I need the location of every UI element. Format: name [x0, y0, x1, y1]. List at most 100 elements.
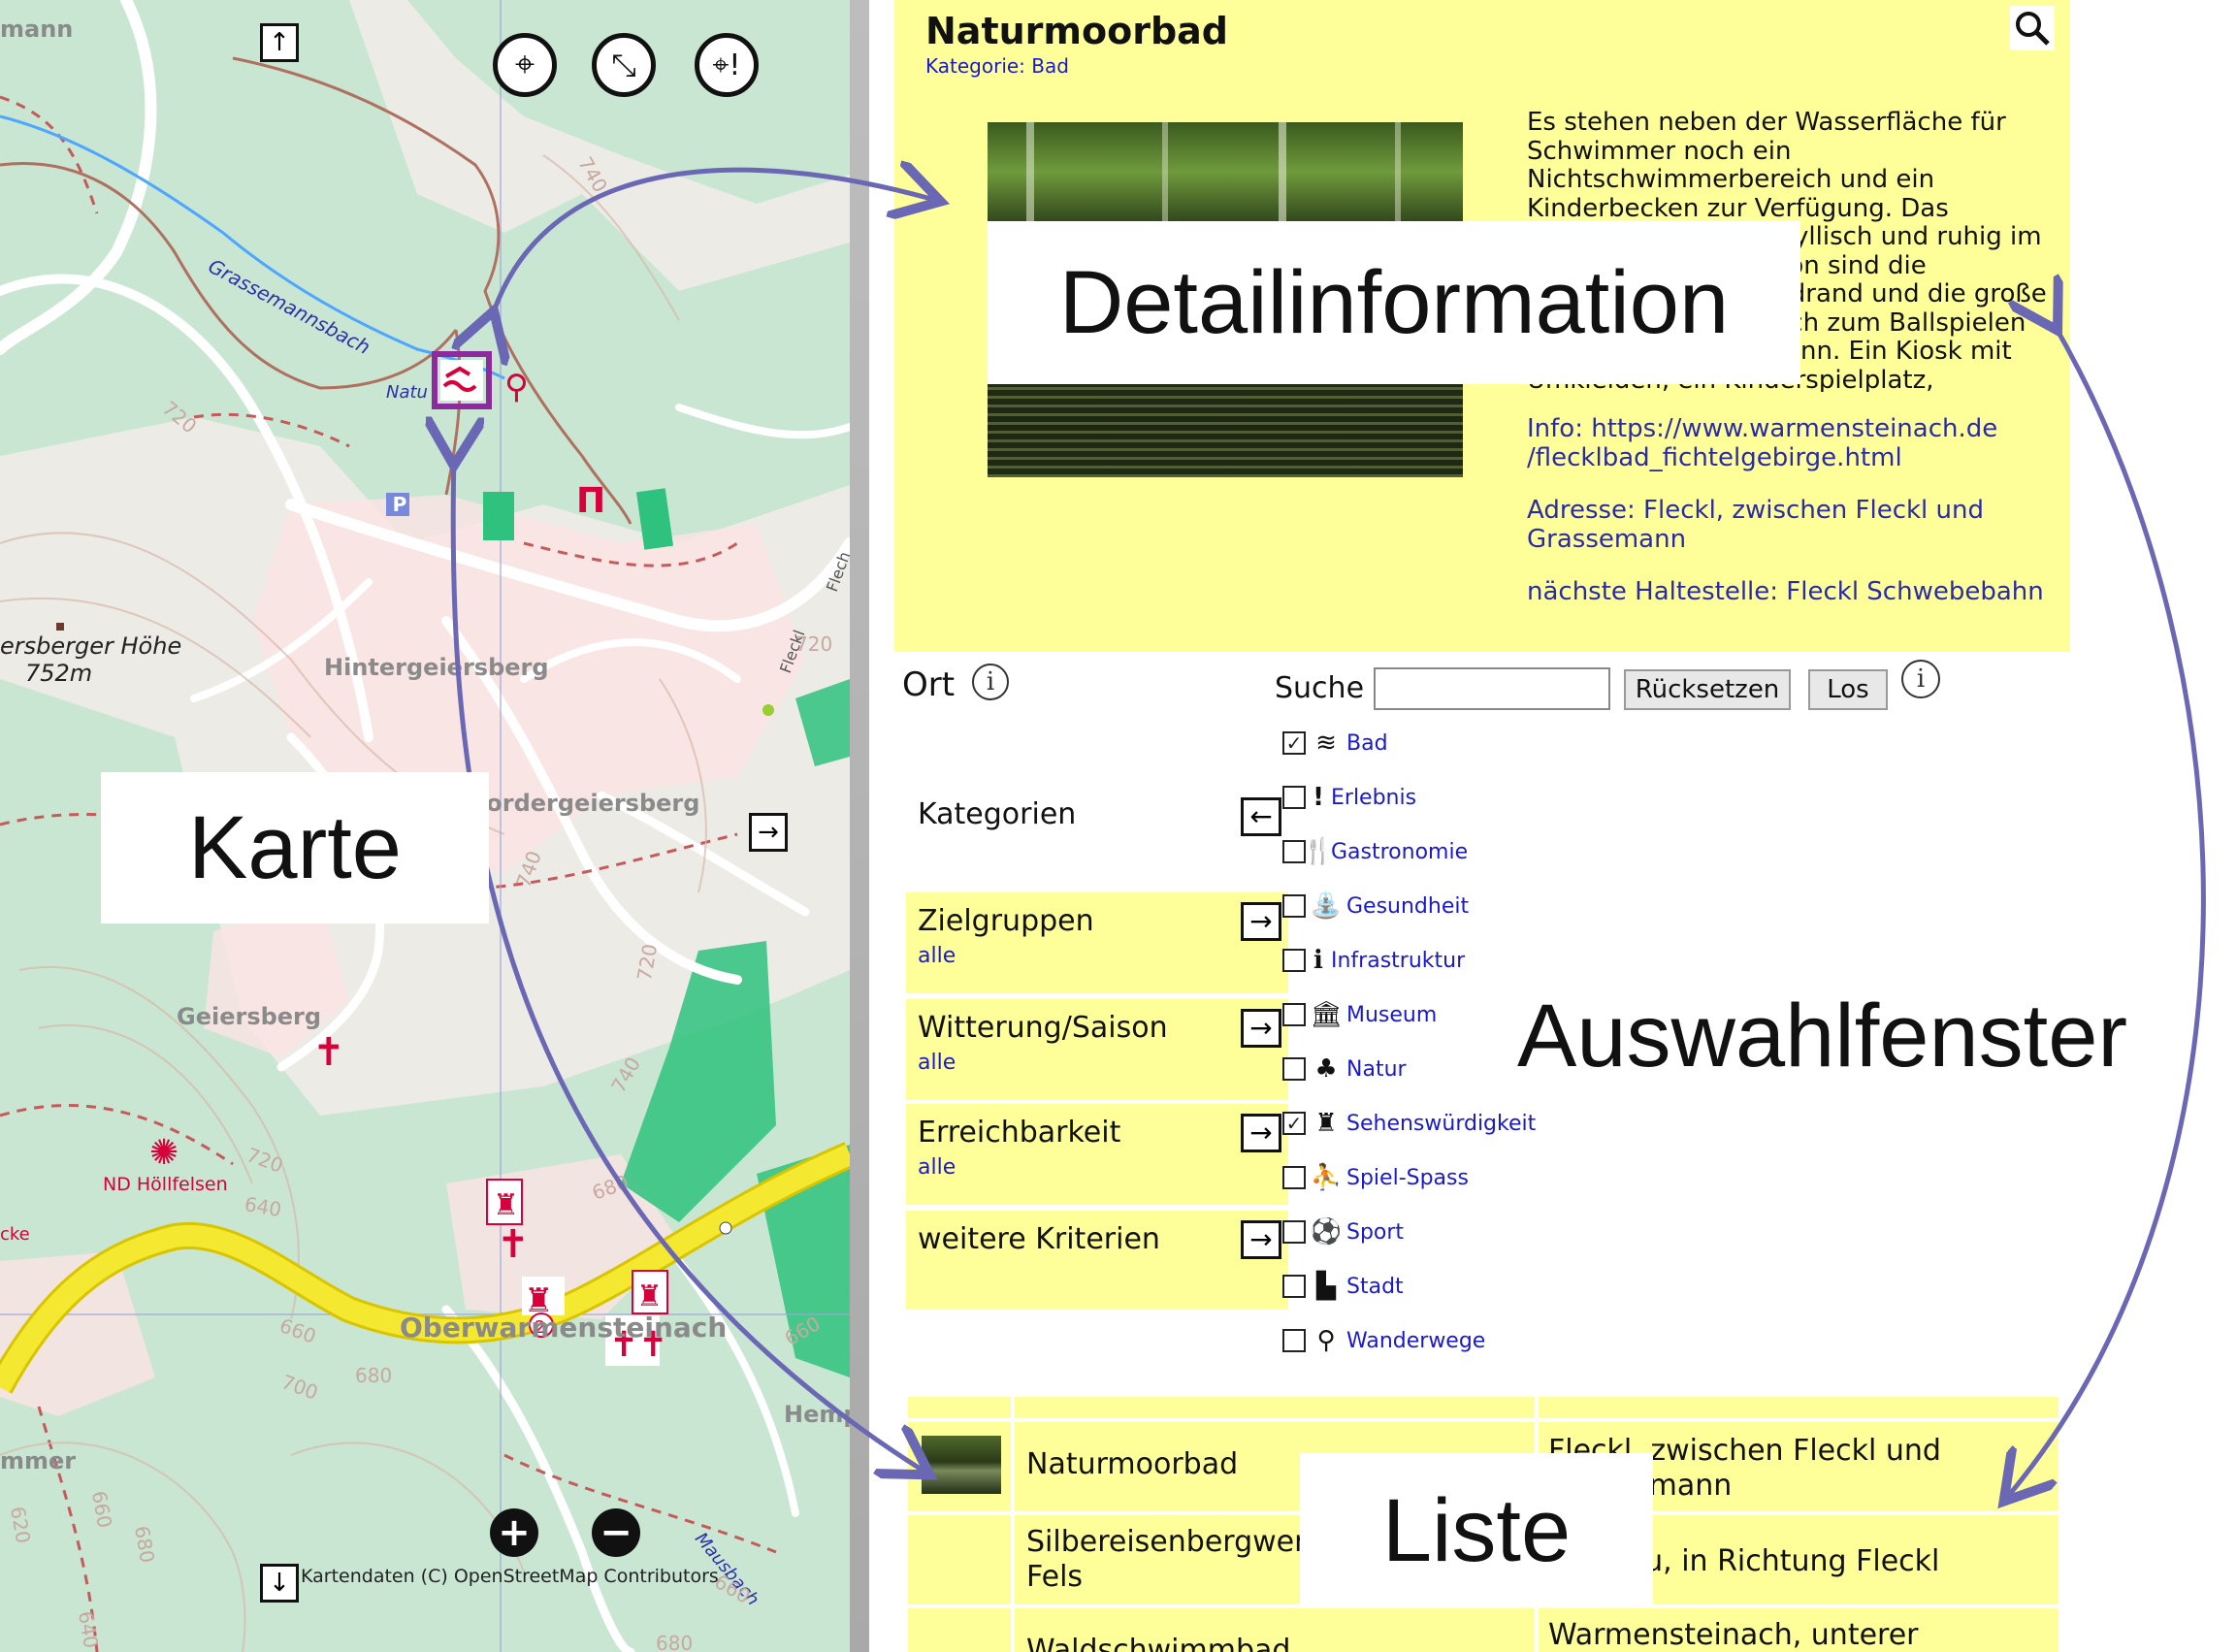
detail-address: Adresse: Fleckl, zwischen Fleckl und Gra… — [1527, 496, 1985, 554]
filter-kategorien[interactable]: Kategorien — [906, 776, 1288, 877]
category-label: Spiel-Spass — [1346, 1165, 1469, 1190]
row-thumbnail — [922, 1436, 1001, 1494]
kategorien-collapse-button[interactable]: ← — [1241, 797, 1281, 836]
resize-diagonal-icon: ⤡ — [611, 46, 636, 83]
reset-button[interactable]: Rücksetzen — [1624, 669, 1791, 710]
category-bad[interactable]: ✓ ≋ Bad — [1282, 724, 1388, 762]
search-label: Suche — [1275, 671, 1365, 705]
map-label-place: Hintergeiersberg — [324, 654, 549, 681]
contour-label: 680 — [656, 1632, 694, 1652]
filter-weitere[interactable]: weitere Kriterien — [906, 1211, 1288, 1310]
weitere-expand-button[interactable]: → — [1241, 1220, 1281, 1259]
category-gastronomie[interactable]: 🍴 Gastronomie — [1282, 832, 1468, 871]
info-icon: i — [986, 667, 995, 696]
checkbox[interactable] — [1282, 1275, 1306, 1298]
swimmer-icon: ≋ — [1315, 729, 1337, 758]
checkbox[interactable] — [1282, 1220, 1306, 1244]
map-right-arrow-button[interactable]: → — [749, 813, 788, 852]
exclamation-icon: ! — [1313, 783, 1324, 812]
zielgruppen-expand-button[interactable]: → — [1241, 902, 1281, 941]
checkbox[interactable] — [1282, 1329, 1306, 1352]
tree-icon: ♣ — [1314, 1054, 1338, 1084]
map-down-arrow-button[interactable]: ↓ — [260, 1564, 299, 1603]
map-label: Natu — [386, 382, 428, 403]
filter-value: alle — [918, 1051, 956, 1075]
arrow-left-icon: ← — [1249, 800, 1273, 832]
row-name: Waldschwimmbad — [1026, 1634, 1291, 1652]
table-row[interactable]: Waldschwimmbad Warmensteinach, unterer — [908, 1608, 2059, 1652]
column-divider — [1011, 1397, 1015, 1652]
fit-extent-button[interactable]: ⤡ — [592, 33, 656, 97]
map-label: cke — [0, 1224, 30, 1245]
category-gesundheit[interactable]: ⛲ Gesundheit — [1282, 887, 1469, 925]
panel-splitter[interactable] — [850, 0, 869, 1652]
checkbox[interactable] — [1282, 1003, 1306, 1026]
map-up-arrow-button[interactable]: ↑ — [260, 23, 299, 62]
alert-location-button[interactable]: ⌖! — [695, 33, 759, 97]
checkbox[interactable]: ✓ — [1282, 1112, 1306, 1135]
filter-value: alle — [918, 944, 956, 968]
info-icon: i — [1313, 946, 1323, 975]
category-label: Erlebnis — [1331, 785, 1417, 810]
map-attribution: Kartendaten (C) OpenStreetMap Contributo… — [301, 1566, 719, 1587]
category-sport[interactable]: ⚽ Sport — [1282, 1213, 1404, 1251]
checkbox[interactable] — [1282, 786, 1306, 809]
category-label: Gesundheit — [1346, 893, 1470, 919]
checkbox[interactable] — [1282, 894, 1306, 918]
filter-witterung[interactable]: Witterung/Saison alle — [906, 999, 1288, 1100]
category-spiel-spass[interactable]: ⛹ Spiel-Spass — [1282, 1158, 1469, 1197]
filter-title: Erreichbarkeit — [918, 1116, 1121, 1150]
zoom-in-button[interactable]: + — [490, 1508, 538, 1557]
go-button[interactable]: Los — [1808, 669, 1888, 710]
football-icon: ⚽ — [1310, 1217, 1343, 1247]
witterung-expand-button[interactable]: → — [1241, 1009, 1281, 1048]
ort-info-button[interactable]: i — [972, 664, 1009, 700]
category-museum[interactable]: 🏛 Museum — [1282, 995, 1437, 1034]
filter-title: Witterung/Saison — [918, 1011, 1168, 1045]
category-infrastruktur[interactable]: i Infrastruktur — [1282, 941, 1465, 980]
detail-info-link[interactable]: Info: https://www.warmensteinach.de /fle… — [1527, 414, 2051, 472]
contour-label: 720 — [795, 632, 833, 656]
fountain-icon: ⛲ — [1310, 891, 1343, 921]
category-label: Natur — [1346, 1056, 1407, 1082]
filter-title: Zielgruppen — [918, 904, 1094, 938]
map-label-peak: ersberger Höhe — [0, 632, 182, 660]
category-natur[interactable]: ♣ Natur — [1282, 1050, 1407, 1088]
hiker-icon: ⚲ — [1316, 1326, 1336, 1355]
erreichbarkeit-expand-button[interactable]: → — [1241, 1114, 1281, 1152]
map-label-landmark: ND Höllfelsen — [103, 1174, 228, 1195]
filter-erreichbarkeit[interactable]: Erreichbarkeit alle — [906, 1104, 1288, 1205]
category-sehenswuerdigkeit[interactable]: ✓ ♜ Sehenswürdigkeit — [1282, 1104, 1536, 1143]
detail-category: Kategorie: Bad — [925, 54, 1069, 78]
detail-search-button[interactable] — [2010, 6, 2055, 50]
category-label: Bad — [1346, 730, 1388, 756]
map-label-place: Vordergeiersberg — [470, 790, 700, 817]
arrow-right-icon: → — [1249, 905, 1273, 937]
arrow-right-icon: → — [758, 818, 779, 847]
checkbox[interactable] — [1282, 1057, 1306, 1081]
filter-title: weitere Kriterien — [918, 1222, 1160, 1256]
category-erlebnis[interactable]: ! Erlebnis — [1282, 778, 1416, 817]
svg-text:♜: ♜ — [636, 1279, 663, 1313]
svg-text:✺: ✺ — [149, 1133, 178, 1173]
row-location: Warmensteinach, unterer — [1548, 1618, 1919, 1652]
checkbox[interactable] — [1282, 949, 1306, 972]
filter-zielgruppen[interactable]: Zielgruppen alle — [906, 892, 1288, 993]
city-icon: ▙ — [1316, 1272, 1336, 1301]
ort-label: Ort — [902, 665, 956, 704]
locate-button[interactable]: ⌖ — [493, 33, 557, 97]
cutlery-icon: 🍴 — [1302, 837, 1335, 866]
category-stadt[interactable]: ▙ Stadt — [1282, 1267, 1404, 1306]
filter-value: alle — [918, 1155, 956, 1180]
zoom-out-button[interactable]: − — [592, 1508, 640, 1557]
search-info-button[interactable]: i — [1901, 660, 1940, 698]
category-label: Museum — [1346, 1002, 1438, 1027]
category-label: Stadt — [1346, 1274, 1404, 1299]
map-label-parking: P — [392, 493, 407, 516]
checkbox[interactable]: ✓ — [1282, 731, 1306, 755]
magnifier-icon — [2016, 12, 2050, 46]
contour-label: 680 — [355, 1364, 393, 1387]
checkbox[interactable] — [1282, 1166, 1306, 1189]
category-wanderwege[interactable]: ⚲ Wanderwege — [1282, 1321, 1485, 1360]
search-input[interactable] — [1374, 667, 1610, 710]
